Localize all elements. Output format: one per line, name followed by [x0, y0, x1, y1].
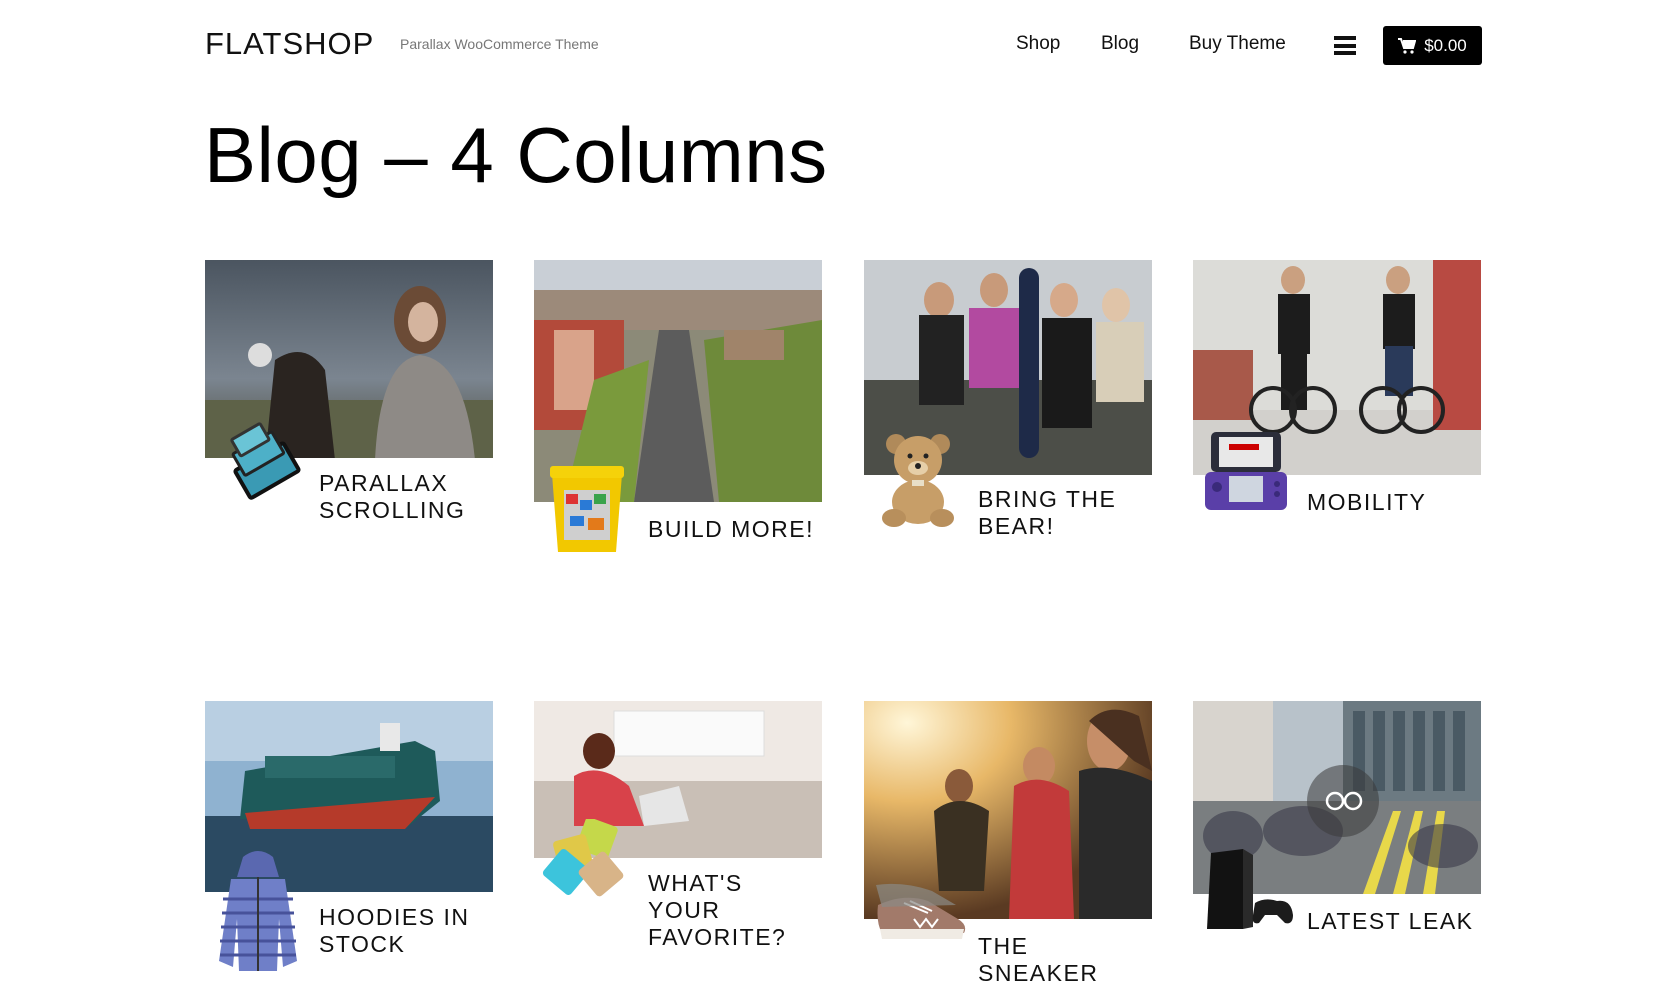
tablet-stack-icon: [213, 410, 303, 500]
post-title-line[interactable]: LATEST LEAK: [1307, 908, 1474, 935]
site-header: FLATSHOP Parallax WooCommerce Theme Shop…: [0, 0, 1680, 90]
post-title[interactable]: BUILD MORE!: [648, 516, 814, 543]
site-tagline: Parallax WooCommerce Theme: [400, 36, 599, 52]
post-title[interactable]: HOODIES IN STOCK: [319, 904, 469, 958]
post-title-line[interactable]: BUILD MORE!: [648, 516, 814, 543]
cart-total: $0.00: [1424, 35, 1467, 55]
post-title-line[interactable]: STOCK: [319, 931, 469, 958]
post-title-line[interactable]: MOBILITY: [1307, 489, 1426, 516]
post-title-line[interactable]: HOODIES IN: [319, 904, 469, 931]
nav-blog[interactable]: Blog: [1101, 33, 1139, 55]
site-logo[interactable]: FLATSHOP: [205, 26, 374, 62]
post-title-line[interactable]: BEAR!: [978, 513, 1116, 540]
cart-button[interactable]: $0.00: [1383, 26, 1482, 65]
hoodie-icon: [213, 849, 303, 973]
post-title-line[interactable]: THE SNEAKER: [978, 933, 1152, 987]
post-title-line[interactable]: BRING THE: [978, 486, 1116, 513]
post-title[interactable]: MOBILITY: [1307, 489, 1426, 516]
post-title[interactable]: BRING THE BEAR!: [978, 486, 1116, 540]
game-console-icon: [1203, 849, 1299, 929]
handheld-console-icon: [1201, 432, 1291, 512]
post-title-line[interactable]: PARALLAX: [319, 470, 465, 497]
post-title-line[interactable]: WHAT'S YOUR: [648, 870, 822, 924]
teddy-bear-icon: [870, 430, 966, 530]
cart-icon: [1398, 37, 1417, 54]
post-title[interactable]: THE SNEAKER: [978, 933, 1152, 987]
sneaker-icon: [874, 883, 970, 943]
post-title[interactable]: LATEST LEAK: [1307, 908, 1474, 935]
lego-bucket-icon: [544, 460, 630, 556]
post-title-line[interactable]: SCROLLING: [319, 497, 465, 524]
page-title: Blog – 4 Columns: [204, 111, 828, 199]
hamburger-menu-icon[interactable]: [1334, 36, 1356, 55]
post-title-line[interactable]: FAVORITE?: [648, 924, 822, 951]
post-title[interactable]: WHAT'S YOUR FAVORITE?: [648, 870, 822, 951]
nav-buy-theme[interactable]: Buy Theme: [1189, 33, 1286, 55]
post-title[interactable]: PARALLAX SCROLLING: [319, 470, 465, 524]
pillows-icon: [542, 817, 636, 899]
nav-shop[interactable]: Shop: [1016, 33, 1060, 55]
